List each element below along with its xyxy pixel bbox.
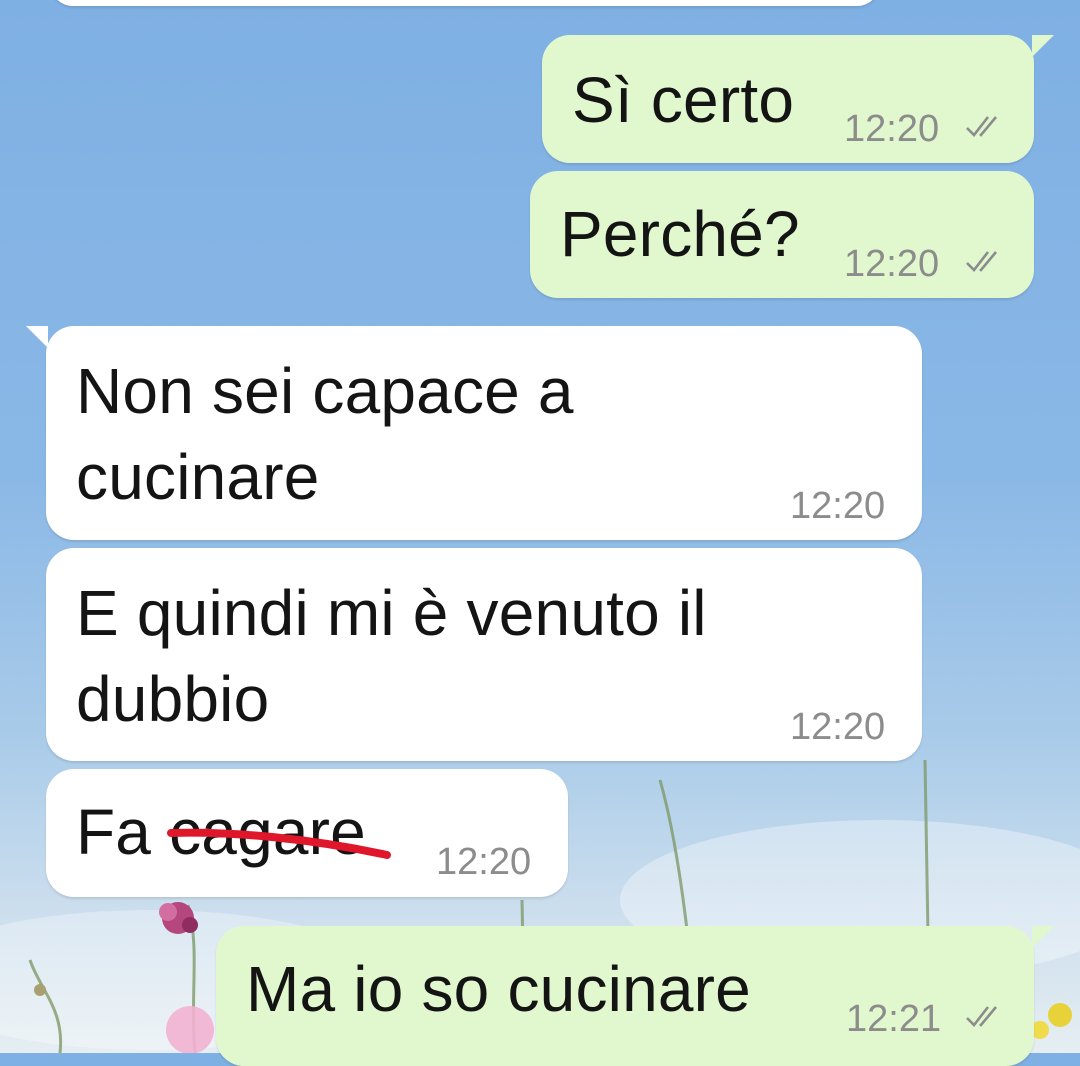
message-text-line: cucinare xyxy=(76,441,320,513)
message-bubble-incoming[interactable]: E quindi mi è venuto il dubbio 12:20 xyxy=(46,548,922,761)
message-bubble-previous[interactable] xyxy=(50,0,880,6)
message-bubble-outgoing[interactable]: Sì certo 12:20 xyxy=(542,35,1054,163)
message-text-line: dubbio xyxy=(76,663,270,735)
message-text-line: E quindi mi è venuto il xyxy=(76,577,707,649)
message-timestamp: 12:20 xyxy=(790,485,886,527)
message-timestamp: 12:20 xyxy=(844,108,940,150)
message-bubble-outgoing[interactable]: Ma io so cucinare 12:21 xyxy=(216,926,1054,1066)
message-bubble-incoming[interactable]: Fa cagare 12:20 xyxy=(46,769,568,897)
message-text-prefix: Fa xyxy=(76,796,170,868)
message-text-line: Non sei capace a xyxy=(76,355,574,427)
message-bubble-outgoing[interactable]: Perché? 12:20 xyxy=(530,171,1034,298)
bubble-tail xyxy=(1032,926,1054,948)
message-text: Sì certo xyxy=(572,64,795,136)
double-check-icon xyxy=(966,251,997,272)
red-strikethrough-mark xyxy=(167,828,392,859)
message-text: Perché? xyxy=(560,198,800,270)
bubble-tail xyxy=(26,326,48,348)
message-timestamp: 12:20 xyxy=(436,841,532,883)
struck-word: cagare xyxy=(167,789,392,875)
double-check-icon xyxy=(966,116,997,137)
message-text: Fa cagare xyxy=(76,789,392,875)
message-timestamp: 12:20 xyxy=(790,706,886,748)
message-timestamp: 12:20 xyxy=(844,243,940,285)
double-check-icon xyxy=(966,1006,997,1027)
message-bubble-incoming[interactable]: Non sei capace a cucinare 12:20 xyxy=(26,326,922,540)
message-text: Ma io so cucinare xyxy=(246,953,751,1025)
message-timestamp: 12:21 xyxy=(846,998,942,1040)
bubble-tail xyxy=(1032,35,1054,57)
